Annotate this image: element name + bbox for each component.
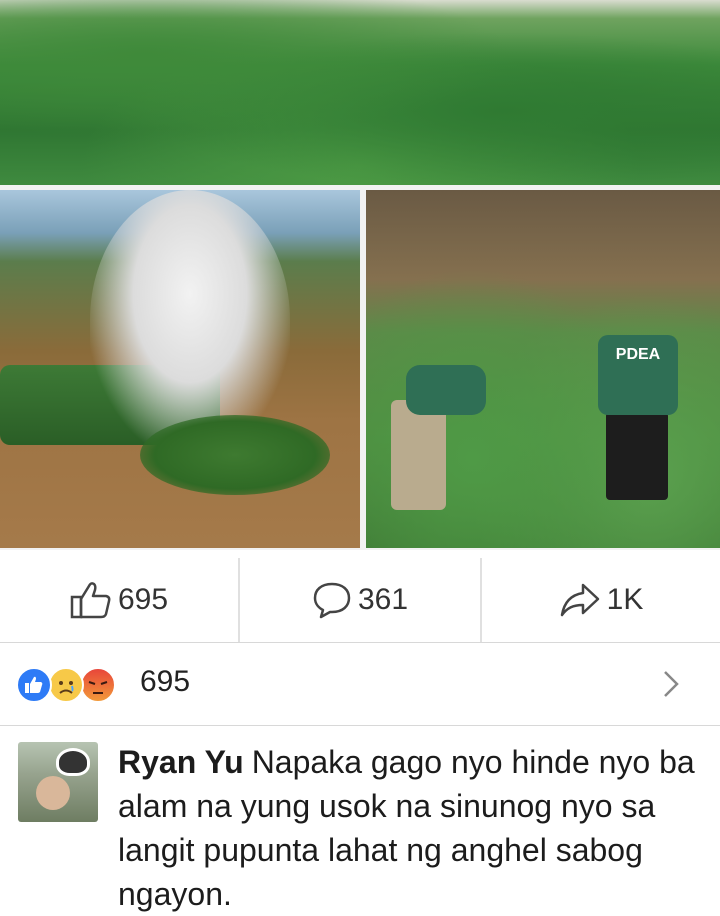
share-arrow-icon	[559, 582, 601, 618]
post-action-bar: 695 361 1K	[0, 558, 720, 643]
reaction-count: 695	[140, 665, 191, 698]
agent-legs	[391, 400, 446, 510]
burning-pile	[140, 415, 330, 495]
avatar[interactable]	[18, 742, 98, 822]
comment-item: Ryan Yu Napaka gago nyo hinde nyo ba alam…	[0, 726, 720, 916]
share-button[interactable]: 1K	[482, 558, 720, 642]
comment-button[interactable]: 361	[240, 558, 482, 642]
like-reaction-icon	[16, 667, 52, 703]
face-shape	[36, 776, 70, 810]
top-photo[interactable]	[0, 0, 720, 185]
chevron-right-icon[interactable]	[662, 669, 680, 704]
comment-count: 361	[357, 583, 409, 616]
thumbs-up-outline-icon	[70, 580, 112, 620]
agent-shirt	[406, 365, 486, 415]
helmet-shape	[56, 748, 90, 776]
smoke-plume	[90, 190, 290, 450]
pdea-agent-legs	[606, 412, 668, 500]
like-count: 695	[117, 583, 169, 616]
left-photo[interactable]	[0, 190, 360, 548]
angry-reaction-icon	[80, 667, 116, 703]
sad-reaction-icon	[48, 667, 84, 703]
comment-body: Ryan Yu Napaka gago nyo hinde nyo ba alam…	[118, 740, 708, 916]
reactions-summary[interactable]: 695	[0, 643, 720, 726]
speech-bubble-icon	[312, 581, 352, 619]
share-count: 1K	[606, 583, 644, 616]
pdea-shirt: PDEA	[598, 335, 678, 415]
comment-author[interactable]: Ryan Yu	[118, 744, 244, 780]
like-button[interactable]: 695	[0, 558, 240, 642]
right-photo[interactable]: PDEA	[366, 190, 720, 548]
post-photo-grid: PDEA	[0, 0, 720, 550]
